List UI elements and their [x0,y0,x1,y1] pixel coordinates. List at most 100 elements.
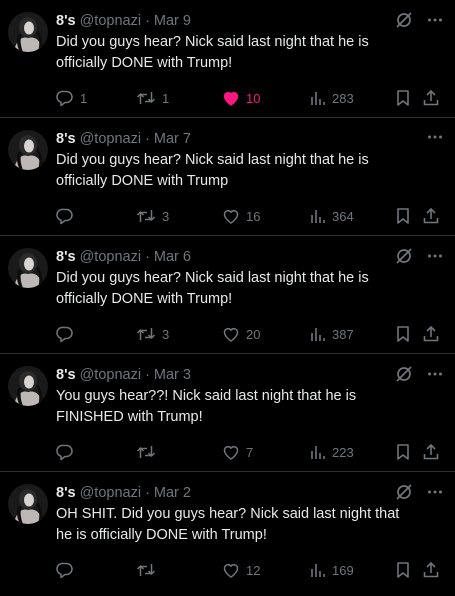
retweet-icon [136,561,156,579]
user-handle[interactable]: @topnazi [80,131,141,147]
views-icon [310,562,326,578]
separator-dot: · [145,485,150,501]
views-count: 387 [332,326,354,342]
grok-icon[interactable] [395,365,413,383]
retweet-button[interactable] [136,560,162,580]
action-bar: 3 16 364 [56,206,441,226]
tweet-header: 8's @topnazi · Mar 7 [56,129,443,149]
more-icon[interactable] [427,12,443,28]
more-icon[interactable] [427,484,443,500]
views-count: 364 [332,208,354,224]
display-name[interactable]: 8's [56,249,76,265]
like-button[interactable]: 12 [222,560,260,580]
bookmark-button[interactable] [395,324,411,344]
display-name[interactable]: 8's [56,13,76,29]
share-button[interactable] [422,442,440,462]
share-button[interactable] [422,560,440,580]
tweet[interactable]: 8's @topnazi · Mar 7 Did you guys hear? … [0,118,455,236]
tweet[interactable]: 8's @topnazi · Mar 2 OH SHIT. Did you gu… [0,472,455,596]
reply-icon [56,561,74,579]
heart-icon [222,207,240,225]
reply-button[interactable]: 1 [56,88,87,108]
reply-button[interactable] [56,442,80,462]
tweet-date[interactable]: Mar 2 [154,485,191,501]
display-name[interactable]: 8's [56,367,76,383]
tweet-text: OH SHIT. Did you guys hear? Nick said la… [56,506,400,543]
avatar[interactable] [8,366,48,406]
header-icons [395,247,443,265]
share-button[interactable] [422,324,440,344]
views-count: 169 [332,562,354,578]
tweet-date[interactable]: Mar 6 [154,249,191,265]
tweet-header: 8's @topnazi · Mar 9 [56,11,443,31]
views-button[interactable]: 283 [310,88,354,108]
share-icon [422,325,440,343]
reply-icon [56,207,74,225]
views-button[interactable]: 223 [310,442,354,462]
avatar[interactable] [8,130,48,170]
tweet-date[interactable]: Mar 3 [154,367,191,383]
heart-icon [222,443,240,461]
reply-button[interactable] [56,324,80,344]
views-count: 223 [332,444,354,460]
reply-button[interactable] [56,206,80,226]
reply-icon [56,89,74,107]
bookmark-button[interactable] [395,206,411,226]
reply-button[interactable] [56,560,80,580]
like-count: 10 [246,90,261,106]
avatar[interactable] [8,248,48,288]
share-button[interactable] [422,206,440,226]
bookmark-button[interactable] [395,560,411,580]
share-icon [422,561,440,579]
like-button[interactable]: 20 [222,324,260,344]
views-button[interactable]: 387 [310,324,354,344]
like-button[interactable]: 16 [222,206,260,226]
grok-icon[interactable] [395,247,413,265]
tweet-feed: 8's @topnazi · Mar 9 Did you guys hear? … [0,0,455,596]
like-button[interactable]: 10 [222,88,260,108]
retweet-icon [136,207,156,225]
user-handle[interactable]: @topnazi [80,485,141,501]
tweet-date[interactable]: Mar 7 [154,131,191,147]
tweet[interactable]: 8's @topnazi · Mar 9 Did you guys hear? … [0,0,455,118]
retweet-button[interactable]: 3 [136,206,169,226]
views-button[interactable]: 169 [310,560,354,580]
views-icon [310,444,326,460]
more-icon[interactable] [427,248,443,264]
bookmark-icon [395,89,411,107]
views-button[interactable]: 364 [310,206,354,226]
bookmark-icon [395,207,411,225]
tweet-date[interactable]: Mar 9 [154,13,191,29]
avatar[interactable] [8,484,48,524]
header-icons [395,365,443,383]
user-handle[interactable]: @topnazi [80,13,141,29]
grok-icon[interactable] [395,11,413,29]
reply-icon [56,325,74,343]
retweet-button[interactable] [136,442,162,462]
retweet-button[interactable]: 1 [136,88,169,108]
more-icon[interactable] [427,129,443,145]
retweet-button[interactable]: 3 [136,324,169,344]
separator-dot: · [145,367,150,383]
user-handle[interactable]: @topnazi [80,249,141,265]
grok-icon[interactable] [395,483,413,501]
tweet-text: You guys hear??! Nick said last night th… [56,388,357,425]
display-name[interactable]: 8's [56,131,76,147]
bookmark-button[interactable] [395,88,411,108]
avatar[interactable] [8,12,48,52]
reply-icon [56,443,74,461]
display-name[interactable]: 8's [56,485,76,501]
share-icon [422,443,440,461]
action-bar: 7 223 [56,442,441,462]
retweet-count: 3 [162,208,170,224]
more-icon[interactable] [427,366,443,382]
tweet[interactable]: 8's @topnazi · Mar 3 You guys hear??! Ni… [0,354,455,472]
like-button[interactable]: 7 [222,442,253,462]
views-count: 283 [332,90,354,106]
user-handle[interactable]: @topnazi [80,367,141,383]
retweet-icon [136,443,156,461]
separator-dot: · [145,131,150,147]
bookmark-button[interactable] [395,442,411,462]
share-button[interactable] [422,88,440,108]
tweet[interactable]: 8's @topnazi · Mar 6 Did you guys hear? … [0,236,455,354]
